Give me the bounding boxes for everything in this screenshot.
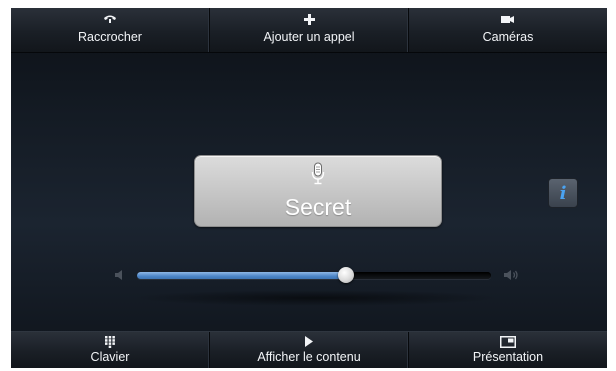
slider-shadow [131, 290, 501, 306]
presentation-button[interactable]: Présentation [409, 332, 607, 368]
top-toolbar: Raccrocher Ajouter un appel Caméras [11, 8, 607, 53]
hang-up-button[interactable]: Raccrocher [11, 8, 210, 52]
volume-high-icon [503, 268, 521, 287]
hang-up-label: Raccrocher [78, 30, 142, 44]
add-call-label: Ajouter un appel [263, 30, 355, 44]
mute-label: Secret [284, 194, 352, 220]
show-content-button[interactable]: Afficher le contenu [210, 332, 409, 368]
hang-up-icon [11, 14, 209, 26]
keypad-label: Clavier [90, 350, 130, 364]
plus-icon [210, 14, 408, 26]
cameras-label: Caméras [482, 30, 534, 44]
call-screen: Raccrocher Ajouter un appel Caméras Secr… [11, 8, 607, 368]
presentation-icon [409, 336, 607, 348]
keypad-button[interactable]: Clavier [11, 332, 210, 368]
volume-low-icon [113, 268, 127, 287]
presentation-label: Présentation [472, 350, 544, 364]
camera-icon [409, 14, 607, 26]
show-content-label: Afficher le contenu [257, 350, 361, 364]
volume-slider[interactable] [137, 267, 491, 283]
add-call-button[interactable]: Ajouter un appel [210, 8, 409, 52]
keypad-icon [11, 336, 209, 348]
volume-thumb[interactable] [337, 267, 354, 283]
info-button[interactable]: i [548, 178, 578, 208]
mute-button[interactable]: Secret [194, 155, 442, 227]
info-icon: i [559, 182, 567, 204]
microphone-icon [195, 162, 441, 186]
bottom-toolbar: Clavier Afficher le contenu Présentation [11, 331, 607, 368]
play-icon [210, 336, 408, 348]
volume-fill [137, 272, 346, 279]
cameras-button[interactable]: Caméras [409, 8, 607, 52]
